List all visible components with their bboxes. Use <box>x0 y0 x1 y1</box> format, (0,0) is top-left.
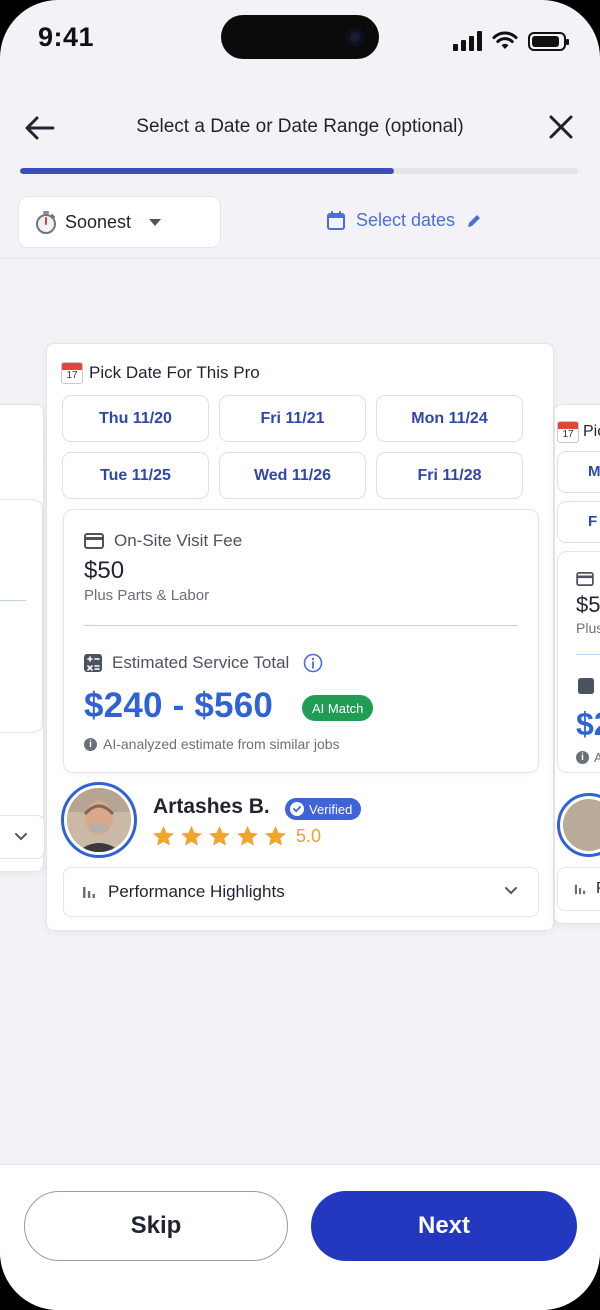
pro-card: 17 Pick Date For This Pro Thu 11/20 Fri … <box>46 343 554 931</box>
progress-bar <box>20 168 578 174</box>
visit-fee-amount: $5 <box>576 592 600 617</box>
performance-highlights-dropdown[interactable]: Performance Highlights <box>63 867 539 917</box>
visit-fee-amount: $50 <box>84 557 125 584</box>
pro-card-next[interactable]: 17 Pic Mo F $5 Plus $2 iA <box>554 404 600 924</box>
estimate-total: $2 <box>576 706 600 742</box>
date-chip[interactable]: Wed 11/26 <box>219 452 366 499</box>
close-icon[interactable] <box>546 112 576 142</box>
date-options: Thu 11/20 Fri 11/21 Mon 11/24 Tue 11/25 … <box>62 395 523 499</box>
status-bar: 9:41 <box>0 0 600 80</box>
next-button[interactable]: Next <box>311 1191 577 1261</box>
estimate-note: iA <box>576 750 600 765</box>
rating-value: 5.0 <box>296 826 322 846</box>
pro-photo <box>67 788 131 852</box>
calendar-emoji-icon: 17 <box>61 362 83 384</box>
skip-button[interactable]: Skip <box>24 1191 288 1261</box>
divider <box>84 625 518 626</box>
estimate-label: Estimated Service Total <box>84 653 323 673</box>
sort-dropdown[interactable]: Soonest <box>18 196 221 248</box>
pick-date-title: 17 Pick Date For This Pro <box>61 362 260 384</box>
date-chip[interactable]: Mo <box>557 451 600 493</box>
star-rating: 5.0 <box>151 824 321 849</box>
star-icon <box>153 825 174 846</box>
bar-chart-icon <box>574 884 586 895</box>
divider <box>0 258 600 259</box>
chevron-down-icon <box>505 887 517 895</box>
info-dot-icon: i <box>576 751 589 764</box>
performance-dropdown-partial[interactable] <box>0 815 45 859</box>
cellular-signal-icon <box>453 31 482 51</box>
visit-fee-note: Plus Parts & Labor <box>84 587 210 604</box>
info-dot-icon: i <box>84 737 97 751</box>
phone-screen: 9:41 Select a Date or Date Range (option… <box>0 0 600 1310</box>
header: Select a Date or Date Range (optional) <box>0 100 600 156</box>
page-title: Select a Date or Date Range (optional) <box>136 116 464 137</box>
stopwatch-icon <box>36 211 56 234</box>
date-chip[interactable]: Fri 11/28 <box>376 452 523 499</box>
credit-card-icon <box>576 572 594 586</box>
star-icon <box>181 825 202 846</box>
calculator-icon <box>578 678 594 694</box>
bottom-action-bar: Skip Next <box>0 1164 600 1310</box>
pro-card-previous[interactable] <box>0 404 45 872</box>
date-chip[interactable]: Fri 11/21 <box>219 395 366 442</box>
avatar[interactable] <box>61 782 137 858</box>
select-dates-button[interactable]: Select dates <box>326 210 483 231</box>
pricing-box-partial: $5 Plus $2 iA <box>557 551 600 773</box>
status-icons <box>453 30 569 52</box>
estimate-total: $240 - $560 <box>84 686 274 725</box>
calendar-emoji-icon: 17 <box>557 421 579 443</box>
performance-dropdown-partial[interactable]: P <box>557 867 600 911</box>
pro-profile[interactable]: Artashes B. Verified 5.0 <box>61 782 541 858</box>
pick-date-label: Pick Date For This Pro <box>89 363 260 382</box>
pick-date-title-partial: 17 Pic <box>557 421 600 443</box>
pencil-icon <box>468 214 481 227</box>
sort-label: Soonest <box>65 211 132 232</box>
star-icon <box>265 825 286 846</box>
select-dates-label: Select dates <box>356 210 456 230</box>
visit-fee-note: Plus <box>576 620 600 636</box>
star-icon <box>237 825 258 846</box>
calendar-icon <box>327 210 345 230</box>
avatar[interactable] <box>557 793 600 857</box>
status-time: 9:41 <box>38 22 95 52</box>
info-icon[interactable] <box>303 653 323 673</box>
pricing-box: On-Site Visit Fee $50 Plus Parts & Labor… <box>63 509 539 773</box>
credit-card-icon <box>84 533 104 549</box>
verified-badge: Verified <box>285 798 362 820</box>
wifi-icon <box>492 31 518 49</box>
caret-down-icon <box>149 218 162 226</box>
estimate-note: i AI-analyzed estimate from similar jobs <box>84 736 340 752</box>
calculator-icon <box>84 654 102 672</box>
fee-box-partial <box>0 499 43 733</box>
battery-icon <box>528 31 569 51</box>
date-chip[interactable]: Thu 11/20 <box>62 395 209 442</box>
star-icon <box>209 825 230 846</box>
chevron-down-icon <box>15 833 27 841</box>
bar-chart-icon <box>83 887 95 898</box>
visit-fee-label: On-Site Visit Fee <box>84 531 242 551</box>
ai-match-badge: AI Match <box>302 695 374 721</box>
date-chip[interactable]: Mon 11/24 <box>376 395 523 442</box>
pro-name: Artashes B. <box>153 795 270 818</box>
check-icon <box>290 802 304 816</box>
date-chip[interactable]: Tue 11/25 <box>62 452 209 499</box>
progress-fill <box>20 168 394 174</box>
date-chip[interactable]: F <box>557 501 600 543</box>
dynamic-island <box>221 15 379 59</box>
camera-icon <box>346 28 364 46</box>
